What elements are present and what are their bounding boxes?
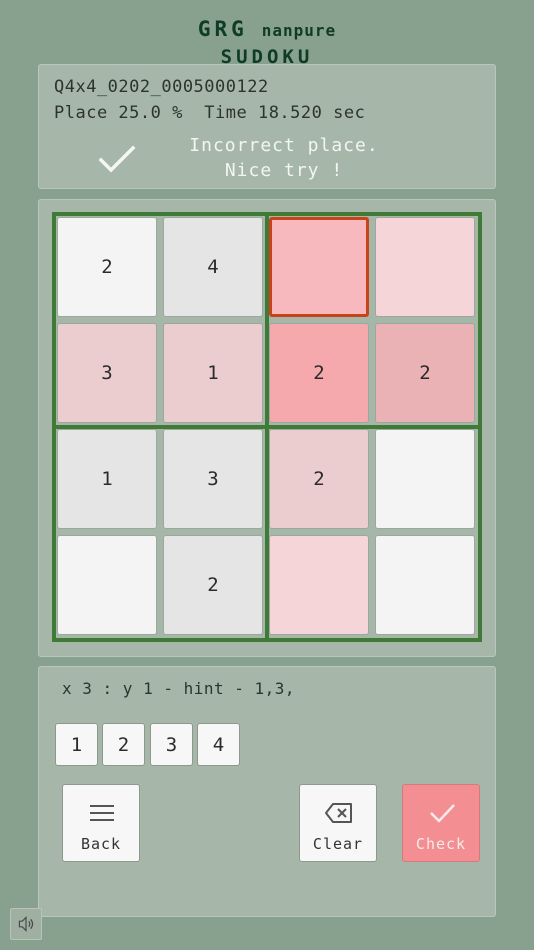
backspace-icon [325,803,352,823]
app-logo: GRG nanpure SUDOKU [0,16,534,70]
sudoku-cell-r4-c4[interactable] [375,535,475,635]
number-button-3[interactable]: 3 [150,723,193,766]
number-button-4[interactable]: 4 [197,723,240,766]
checkmark-icon [430,804,455,823]
sudoku-cell-r4-c3[interactable] [269,535,369,635]
clear-label: Clear [312,835,364,853]
hint-text: x 3 : y 1 - hint - 1,3, [62,679,296,698]
puzzle-id: Q4x4_0202_0005000122 [54,77,269,97]
sound-toggle-button[interactable] [10,908,42,940]
sudoku-cell-r1-c2[interactable]: 4 [163,217,263,317]
status-message: Incorrect place. Nice try ! [179,133,389,183]
progress-time-stats: Place 25.0 % Time 18.520 sec [54,103,366,123]
check-button[interactable]: Check [402,784,480,862]
message-line-1: Incorrect place. [189,135,379,156]
logo-nanpure: nanpure [261,21,337,40]
sudoku-cell-r3-c3[interactable]: 2 [269,429,369,529]
number-button-1[interactable]: 1 [55,723,98,766]
message-line-2: Nice try ! [224,160,344,181]
sudoku-cell-r2-c2[interactable]: 1 [163,323,263,423]
sudoku-board: 2431221322 [52,212,482,642]
check-label: Check [415,835,467,853]
sudoku-cell-r4-c2[interactable]: 2 [163,535,263,635]
input-panel: x 3 : y 1 - hint - 1,3, 1 2 3 4 Back Cle… [38,666,496,917]
back-button[interactable]: Back [62,784,140,862]
board-panel: 2431221322 [38,199,496,657]
sudoku-cell-r4-c1[interactable] [57,535,157,635]
sudoku-cell-r1-c4[interactable] [375,217,475,317]
logo-grg: GRG [197,17,248,41]
checkmark-icon [98,145,136,173]
speaker-icon [18,915,34,933]
sudoku-cell-r2-c3[interactable]: 2 [269,323,369,423]
sudoku-cell-r3-c4[interactable] [375,429,475,529]
sudoku-cell-r3-c2[interactable]: 3 [163,429,263,529]
status-panel: Q4x4_0202_0005000122 Place 25.0 % Time 1… [38,64,496,189]
clear-button[interactable]: Clear [299,784,377,862]
back-label: Back [80,835,122,853]
menu-icon [90,805,114,821]
sudoku-cell-r3-c1[interactable]: 1 [57,429,157,529]
sudoku-cell-r1-c3[interactable] [269,217,369,317]
sudoku-cell-r2-c1[interactable]: 3 [57,323,157,423]
sudoku-cell-r1-c1[interactable]: 2 [57,217,157,317]
sudoku-cell-r2-c4[interactable]: 2 [375,323,475,423]
number-button-2[interactable]: 2 [102,723,145,766]
